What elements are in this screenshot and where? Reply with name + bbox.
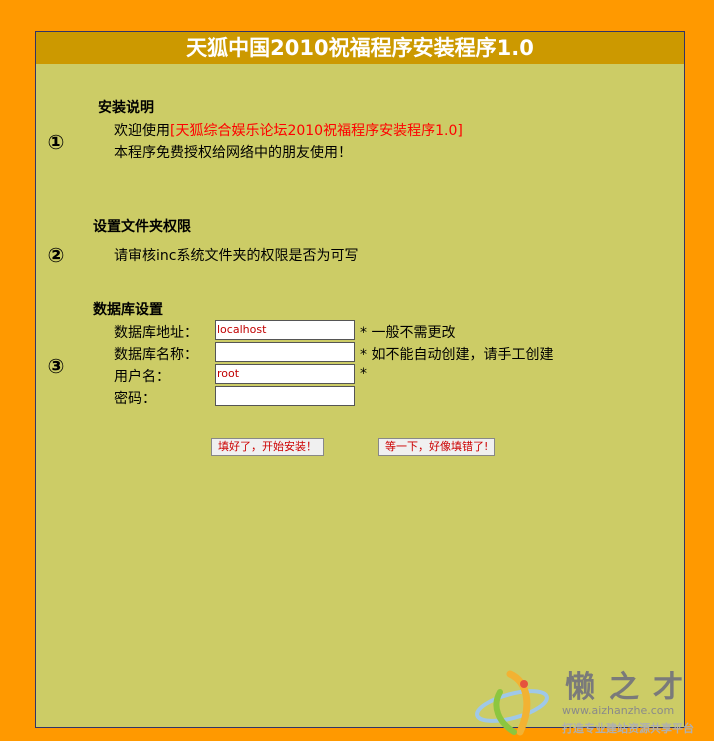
step-number-1: ① bbox=[47, 130, 65, 154]
username-label: 用户名： bbox=[114, 369, 170, 385]
permission-text: 请审核inc系统文件夹的权限是否为可写 bbox=[114, 248, 359, 264]
watermark: 懒之才 www.aizhanzhe.com 打造专业建站资源共享平台 bbox=[470, 662, 710, 740]
step-number-2: ② bbox=[47, 243, 65, 267]
watermark-name: 懒之才 bbox=[565, 670, 697, 705]
section-heading-database: 数据库设置 bbox=[93, 302, 163, 318]
start-install-button[interactable]: 填好了，开始安装！ bbox=[211, 438, 324, 456]
db-host-hint: * 一般不需更改 bbox=[360, 325, 456, 341]
license-text: 本程序免费授权给网络中的朋友使用！ bbox=[114, 145, 352, 161]
db-host-input[interactable] bbox=[215, 320, 355, 340]
installer-panel: 天狐中国2010祝福程序安装程序1.0 ① 安装说明 欢迎使用[天狐综合娱乐论坛… bbox=[35, 31, 685, 728]
username-input[interactable] bbox=[215, 364, 355, 384]
reset-button[interactable]: 等一下，好像填错了! bbox=[378, 438, 496, 456]
section-heading-install-info: 安装说明 bbox=[98, 100, 154, 116]
welcome-prefix: 欢迎使用 bbox=[114, 123, 170, 139]
page-title: 天狐中国2010祝福程序安装程序1.0 bbox=[36, 32, 684, 64]
db-name-input[interactable] bbox=[215, 342, 355, 362]
aizhanzhe-logo-icon bbox=[475, 670, 549, 736]
password-input[interactable] bbox=[215, 386, 355, 406]
watermark-url: www.aizhanzhe.com bbox=[562, 704, 675, 717]
watermark-slogan: 打造专业建站资源共享平台 bbox=[562, 722, 694, 735]
db-name-label: 数据库名称： bbox=[114, 347, 198, 363]
welcome-text: 欢迎使用[天狐综合娱乐论坛2010祝福程序安装程序1.0] bbox=[114, 120, 463, 140]
password-label: 密码： bbox=[114, 391, 156, 407]
welcome-program-name: [天狐综合娱乐论坛2010祝福程序安装程序1.0] bbox=[170, 123, 463, 139]
section-heading-folder-permission: 设置文件夹权限 bbox=[93, 219, 191, 235]
db-host-label: 数据库地址： bbox=[114, 325, 198, 341]
username-hint: * bbox=[360, 366, 367, 382]
step-number-3: ③ bbox=[47, 354, 65, 378]
db-name-hint: * 如不能自动创建，请手工创建 bbox=[360, 347, 554, 363]
